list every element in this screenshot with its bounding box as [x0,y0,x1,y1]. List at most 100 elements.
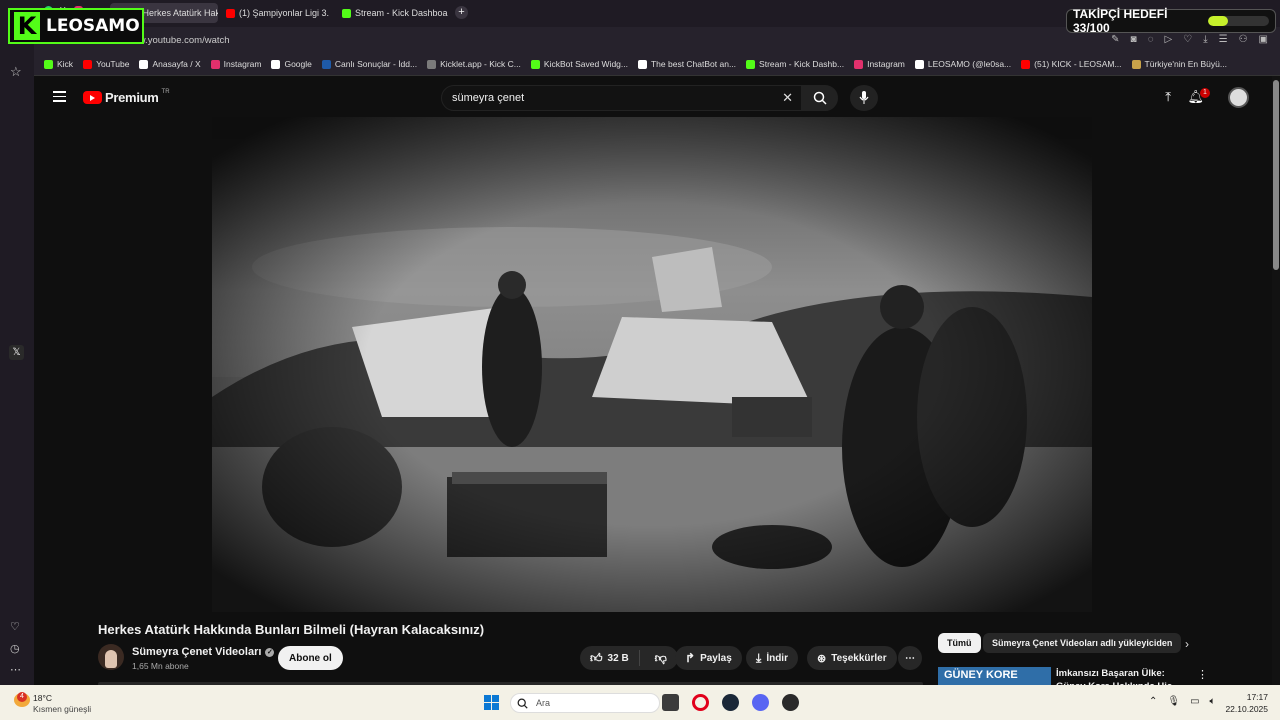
streamer-logo: K LEOSAMO [8,8,144,44]
search-button[interactable] [802,85,838,111]
clear-search-icon[interactable]: ✕ [782,90,793,106]
bookmark-item[interactable]: (51) KICK - LEOSAM... [1021,59,1122,69]
thumbs-up-icon: 👍︎ [590,650,603,665]
recommended-title[interactable]: İmkansızı Başaran Ülke: Güney Kore Hakkı… [1056,667,1188,685]
youtube-icon [83,59,93,69]
youtube-premium-logo[interactable]: Premium TR [83,89,170,105]
like-button[interactable]: 👍︎ 32 B [580,650,640,666]
taskbar-search[interactable]: Ara [510,693,660,713]
voice-search-button[interactable] [850,85,878,111]
video-frame [212,117,1092,612]
kick-icon [44,59,53,69]
bookmark-label: Stream - Kick Dashb... [759,59,845,69]
extensions-icon[interactable]: ▣ [1259,34,1268,45]
bookmark-label: The best ChatBot an... [650,59,737,69]
heart-icon[interactable]: ♡ [1183,34,1192,45]
windows-start-icon[interactable] [484,695,499,710]
new-tab-button[interactable]: + [455,6,468,19]
tab-label: (1) Şampiyonlar Ligi 3. Ha [239,8,332,18]
menu-icon[interactable] [53,91,66,102]
bookmark-item[interactable]: Anasayfa / X [139,59,201,69]
thanks-button[interactable]: ⊛ Teşekkürler [807,646,897,670]
like-dislike-group: 👍︎ 32 B 👎︎ [580,646,678,670]
download-icon[interactable]: ⤓ [1203,34,1207,45]
kick-logo-icon: K [14,12,40,40]
taskbar-search-placeholder: Ara [536,698,551,708]
more-actions-button[interactable]: ⋯ [898,646,922,670]
heart-icon[interactable]: ♡ [10,620,20,633]
download-label: İndir [766,652,788,664]
bookmark-item[interactable]: YouTube [83,59,129,69]
bookmark-item[interactable]: Canlı Sonuçlar - İdd... [321,59,418,69]
bookmark-item[interactable]: KickBot Saved Widg... [530,59,628,69]
channel-name-row[interactable]: Sümeyra Çenet Videoları ✓ [132,646,275,658]
channel-name[interactable]: Sümeyra Çenet Videoları [132,646,261,658]
chip-uploader[interactable]: Sümeyra Çenet Videoları adlı yükleyicide… [983,633,1182,653]
chevron-right-icon[interactable]: › [1185,637,1189,651]
follower-goal-bar [1207,16,1269,26]
play-icon[interactable]: ▷ [1165,34,1173,45]
bookmark-item[interactable]: Kicklet.app - Kick C... [427,59,521,69]
x-icon [139,59,149,69]
notification-badge: 1 [1200,88,1210,98]
microphone-icon [859,91,869,104]
obs-icon[interactable] [782,694,799,711]
bookmark-item[interactable]: Google [271,59,312,69]
search-input[interactable]: sümeyra çenet ✕ [441,85,802,111]
streamer-name: LEOSAMO [46,16,140,36]
microphone-icon[interactable]: 🎙︎ [1167,696,1180,707]
video-player[interactable] [212,117,1092,612]
profile-icon[interactable]: ⚇ [1239,34,1248,45]
bookmark-item[interactable]: LEOSAMO (@le0sa... [914,59,1011,69]
chip-all[interactable]: Tümü [938,633,981,653]
bookmark-label: Instagram [223,59,262,69]
instagram-icon [210,59,220,69]
bookmark-label: Canlı Sonuçlar - İdd... [334,59,418,69]
camera-icon[interactable]: ◙ [1131,34,1137,45]
kick-icon [746,59,756,69]
verified-icon: ✓ [265,647,275,657]
clock-time[interactable]: 17:17 [1228,692,1268,702]
chevron-up-icon[interactable]: ⌃ [1149,696,1157,707]
bookmark-item[interactable]: The best ChatBot an... [637,59,737,69]
x-icon[interactable]: 𝕏 [9,345,24,360]
bookmark-item[interactable]: Kick [44,59,73,69]
network-icon[interactable]: ▭ [1190,696,1199,707]
download-button[interactable]: ⤓ İndir [746,646,798,670]
shield-icon[interactable]: ◌ [1148,34,1154,45]
tab-champions-league[interactable]: (1) Şampiyonlar Ligi 3. Ha [220,3,332,23]
channel-avatar[interactable] [98,644,124,670]
tab-label: Stream - Kick Dashboard [355,8,448,18]
list-icon[interactable]: ☰ [1219,34,1228,45]
file-explorer-icon[interactable] [662,694,679,711]
weather-desc: Kısmen güneşli [33,704,92,714]
bookmark-label: KickBot Saved Widg... [543,59,628,69]
discord-icon[interactable] [752,694,769,711]
recommended-thumbnail[interactable]: GÜNEY KORE [938,667,1051,685]
taskbar: 4 18°C Kısmen güneşli Ara ⌃ 🎙︎ ▭ 🔈︎ 17:1… [0,685,1280,720]
thumbnail-text: GÜNEY KORE [944,669,1018,681]
site-icon [1131,59,1141,69]
subscribe-button[interactable]: Abone ol [278,646,343,670]
bookmark-item[interactable]: Instagram [854,59,905,69]
avatar[interactable] [1228,87,1249,108]
upload-icon[interactable]: ⤒ [1165,89,1171,105]
history-icon[interactable]: ◷ [10,642,20,655]
bookmark-item[interactable]: Instagram [210,59,262,69]
tab-kick-dashboard[interactable]: Stream - Kick Dashboard [336,3,448,23]
bookmark-item[interactable]: Stream - Kick Dashb... [746,59,844,69]
edit-icon[interactable]: ✎ [1111,34,1119,45]
share-button[interactable]: ↱ Paylaş [675,646,742,670]
dislike-button[interactable]: 👎︎ [645,651,677,666]
bookmark-item[interactable]: Türkiye'nin En Büyü... [1131,59,1227,69]
bookmark-label: Türkiye'nin En Büyü... [1144,59,1227,69]
steam-icon[interactable] [722,694,739,711]
weather-temp[interactable]: 18°C [33,693,52,703]
opera-icon[interactable] [692,694,709,711]
scrollbar-thumb[interactable] [1273,80,1279,270]
mackolik-icon [321,59,331,69]
star-icon[interactable]: ☆ [10,64,22,80]
more-icon[interactable]: ⋯ [10,663,21,676]
bookmark-label: Kicklet.app - Kick C... [440,59,521,69]
more-vert-icon[interactable]: ⋮ [1197,668,1208,681]
